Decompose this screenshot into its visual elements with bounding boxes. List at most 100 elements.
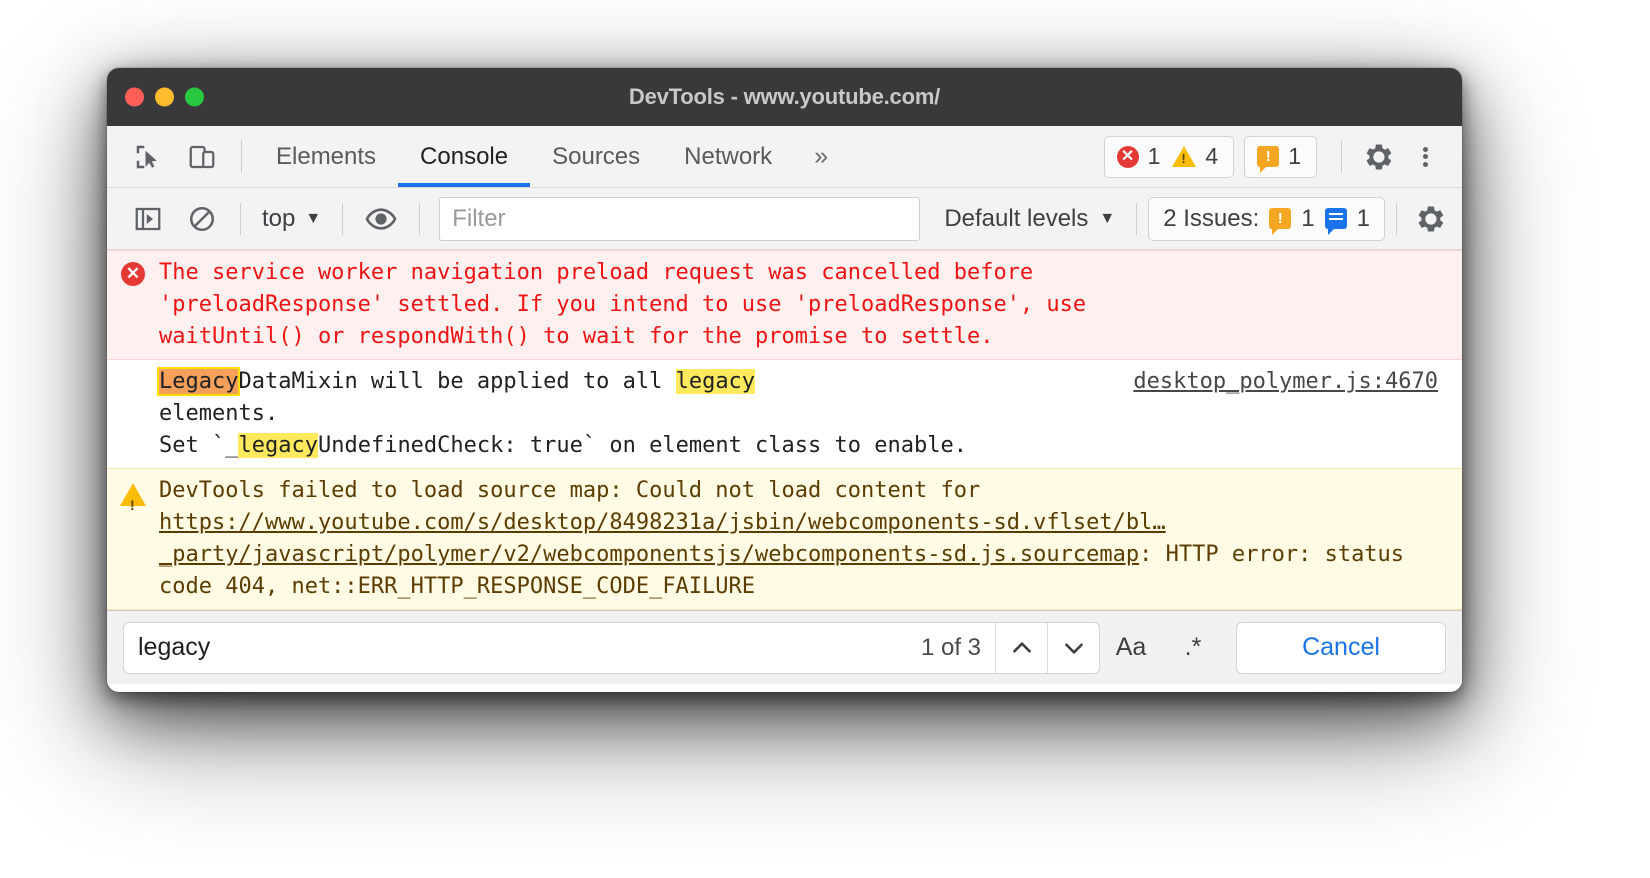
execution-context-label: top xyxy=(262,204,296,232)
search-next-button[interactable] xyxy=(1047,622,1099,673)
settings-button[interactable] xyxy=(1356,134,1402,180)
tab-elements-label: Elements xyxy=(276,142,377,170)
console-toolbar-divider-4 xyxy=(1136,202,1138,235)
toolbar-divider-2 xyxy=(1341,140,1342,173)
error-line-3: waitUntil() or respondWith() to wait for… xyxy=(159,324,994,349)
console-toolbar-divider-1 xyxy=(240,202,241,235)
log-line-1-mid: DataMixin will be applied to all xyxy=(238,369,676,394)
search-input[interactable] xyxy=(124,633,907,662)
gear-icon xyxy=(1366,143,1392,170)
execution-context-selector[interactable]: top ▼ xyxy=(252,205,331,233)
maximize-window-button[interactable] xyxy=(185,87,204,107)
cancel-search-button[interactable]: Cancel xyxy=(1236,621,1446,674)
source-link[interactable]: desktop_polymer.js:4670 xyxy=(1133,366,1438,398)
log-levels-label: Default levels xyxy=(944,204,1089,232)
tab-network[interactable]: Network xyxy=(662,126,794,187)
warning-text-pre: DevTools failed to load source map: Coul… xyxy=(159,478,981,503)
warning-triangle-icon xyxy=(1172,146,1197,167)
console-message-error[interactable]: ✕ The service worker navigation preload … xyxy=(107,250,1462,360)
clear-console-button[interactable] xyxy=(175,196,229,242)
devtools-tabbar: Elements Console Sources Network » ✕ 1 !… xyxy=(107,126,1462,188)
message-gutter-log xyxy=(107,366,159,462)
chevron-down-icon-search xyxy=(1064,642,1083,654)
more-options-button[interactable] xyxy=(1402,134,1448,180)
panel-tabs: Elements Console Sources Network xyxy=(254,126,794,187)
tab-elements[interactable]: Elements xyxy=(254,126,398,187)
match-case-toggle[interactable]: Aa xyxy=(1100,622,1162,674)
log-line-3-pre: Set `_ xyxy=(159,433,239,458)
eye-icon xyxy=(365,207,397,230)
console-message-warning[interactable]: DevTools failed to load source map: Coul… xyxy=(107,468,1462,610)
log-line-1: LegacyDataMixin will be applied to all l… xyxy=(156,366,1022,398)
cancel-label: Cancel xyxy=(1302,633,1380,661)
issue-badge-icon: ! xyxy=(1257,146,1280,173)
window-controls xyxy=(125,87,204,107)
console-sidebar-icon xyxy=(135,207,161,230)
console-filter-input[interactable] xyxy=(439,196,921,241)
issues-counter[interactable]: ! 1 xyxy=(1244,135,1317,178)
kebab-menu-icon xyxy=(1422,144,1428,169)
log-levels-selector[interactable]: Default levels ▼ xyxy=(934,205,1125,233)
devtools-window: DevTools - www.youtube.com/ Elements Con… xyxy=(107,68,1462,692)
message-gutter: ✕ xyxy=(107,257,159,353)
error-line-1: The service worker navigation preload re… xyxy=(159,260,1034,285)
tab-console[interactable]: Console xyxy=(398,126,531,187)
console-sidebar-toggle[interactable] xyxy=(121,196,175,242)
console-toolbar: top ▼ Default levels ▼ 2 Issues: ! 1 xyxy=(107,188,1462,250)
toolbar-divider xyxy=(241,140,242,173)
console-toolbar-divider-3 xyxy=(419,202,421,235)
error-circle-icon-msg: ✕ xyxy=(121,262,145,286)
message-body: The service worker navigation preload re… xyxy=(159,257,1462,353)
more-tabs-button[interactable]: » xyxy=(794,126,848,187)
issues-button[interactable]: 2 Issues: ! 1 1 xyxy=(1148,196,1385,241)
search-match-active: Legacy xyxy=(156,367,241,396)
tabbar-right-group: ✕ 1 4 ! 1 xyxy=(1103,126,1462,187)
message-body-warn: DevTools failed to load source map: Coul… xyxy=(159,475,1462,603)
message-body-log: desktop_polymer.js:4670 LegacyDataMixin … xyxy=(156,366,1462,462)
device-toolbar-button[interactable] xyxy=(175,126,229,187)
console-message-log[interactable]: desktop_polymer.js:4670 LegacyDataMixin … xyxy=(107,360,1462,468)
search-match-count: 1 of 3 xyxy=(920,633,981,661)
chevron-up-icon xyxy=(1012,641,1031,653)
log-line-2: elements. xyxy=(159,401,279,426)
issues-info-count: 1 xyxy=(1356,204,1370,232)
issues-warning-count: 1 xyxy=(1301,204,1315,232)
clear-console-icon xyxy=(189,206,215,231)
search-previous-button[interactable] xyxy=(995,622,1047,673)
window-titlebar: DevTools - www.youtube.com/ xyxy=(107,68,1462,126)
log-line-3-post: UndefinedCheck: true` on element class t… xyxy=(317,433,967,458)
search-match-3: legacy xyxy=(238,433,318,458)
regex-toggle[interactable]: .* xyxy=(1162,622,1224,674)
minimize-window-button[interactable] xyxy=(155,87,174,107)
tab-sources-label: Sources xyxy=(552,142,641,170)
error-warning-counter[interactable]: ✕ 1 4 xyxy=(1103,135,1235,178)
window-title: DevTools - www.youtube.com/ xyxy=(628,84,941,109)
console-search-bar: 1 of 3 Aa .* Cancel xyxy=(107,610,1462,684)
console-message-list: ✕ The service worker navigation preload … xyxy=(107,250,1462,610)
issue-count: 1 xyxy=(1288,143,1301,169)
issue-badge-icon-2: ! xyxy=(1269,208,1292,235)
error-count: 1 xyxy=(1147,143,1161,169)
close-window-button[interactable] xyxy=(125,87,144,107)
console-settings-button[interactable] xyxy=(1408,196,1454,242)
sourcemap-url-link[interactable]: https://www.youtube.com/s/desktop/849823… xyxy=(159,510,1166,567)
log-line-3: Set `_legacyUndefinedCheck: true` on ele… xyxy=(159,430,1022,462)
warning-count: 4 xyxy=(1205,143,1219,169)
issues-label: 2 Issues: xyxy=(1163,204,1260,232)
tab-network-label: Network xyxy=(684,142,773,170)
search-match-2: legacy xyxy=(675,369,756,394)
live-expression-button[interactable] xyxy=(354,196,408,242)
device-toolbar-icon xyxy=(189,145,215,168)
message-gutter-warn xyxy=(107,475,159,603)
match-case-label: Aa xyxy=(1115,633,1147,661)
chevron-down-icon: ▼ xyxy=(305,209,322,227)
inspect-element-button[interactable] xyxy=(121,126,175,187)
inspect-element-icon xyxy=(136,145,157,168)
chevron-down-icon-levels: ▼ xyxy=(1099,209,1116,227)
regex-label: .* xyxy=(1184,633,1202,661)
console-toolbar-divider-5 xyxy=(1396,202,1397,235)
tab-sources[interactable]: Sources xyxy=(530,126,662,187)
screenshot-root: DevTools - www.youtube.com/ Elements Con… xyxy=(0,0,1650,878)
error-line-2: 'preloadResponse' settled. If you intend… xyxy=(159,292,1087,317)
info-badge-icon xyxy=(1324,208,1347,235)
